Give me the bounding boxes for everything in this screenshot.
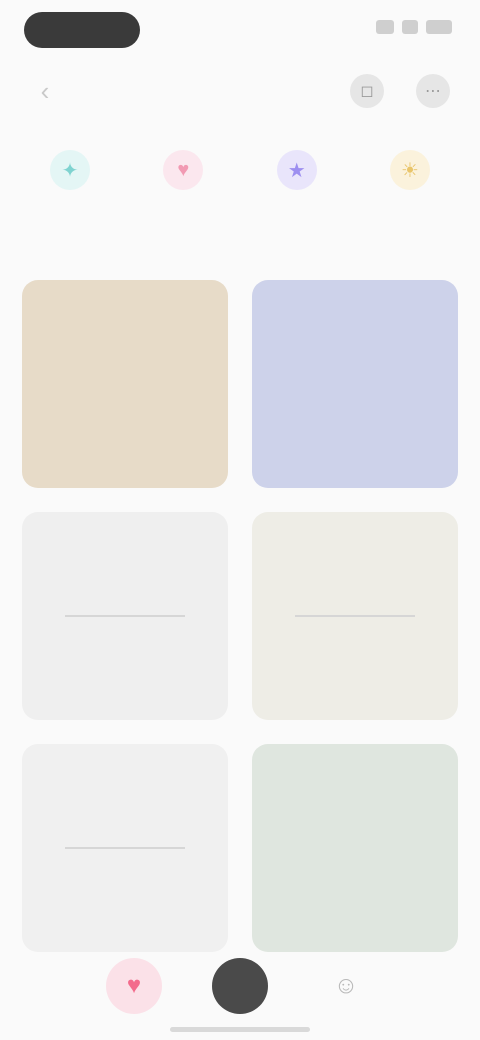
category-item[interactable]: ☀	[360, 150, 460, 240]
battery-icon	[426, 20, 452, 34]
template-card[interactable]	[22, 744, 228, 952]
heart-icon: ♥	[126, 972, 142, 999]
square-icon: ◻	[360, 83, 374, 100]
status-indicators	[376, 20, 452, 34]
toolbar-action-button[interactable]: ◻	[350, 74, 384, 108]
template-card[interactable]	[22, 512, 228, 720]
dynamic-island	[24, 12, 140, 48]
template-card[interactable]	[252, 280, 458, 488]
template-card[interactable]	[22, 280, 228, 488]
back-button[interactable]: ‹	[30, 76, 60, 106]
template-card[interactable]	[252, 512, 458, 720]
category-item[interactable]: ★	[247, 150, 347, 240]
sun-icon: ☀	[389, 150, 430, 190]
top-toolbar: ‹ ◻ ⋯	[0, 66, 480, 116]
heart-icon: ♥	[163, 150, 204, 190]
category-item[interactable]: ♥	[133, 150, 233, 240]
profile-button[interactable]: ☺	[318, 958, 374, 1014]
template-card[interactable]	[252, 744, 458, 952]
wifi-icon	[402, 20, 418, 34]
smiley-icon: ☺	[333, 972, 359, 999]
category-row: ✦ ♥ ★ ☀	[20, 150, 460, 240]
star-icon: ★	[276, 150, 317, 190]
more-options-button[interactable]: ⋯	[416, 74, 450, 108]
card-divider	[65, 847, 185, 849]
create-button[interactable]	[212, 958, 268, 1014]
status-bar	[0, 0, 480, 60]
chevron-left-icon: ‹	[40, 75, 50, 106]
signal-icon	[376, 20, 394, 34]
ellipsis-icon: ⋯	[425, 83, 441, 100]
category-item[interactable]: ✦	[20, 150, 120, 240]
app-screen: ‹ ◻ ⋯ ✦ ♥ ★ ☀ ♥ ☺	[0, 0, 480, 1040]
home-indicator	[170, 1027, 310, 1032]
bottom-bar: ♥ ☺	[0, 930, 480, 1040]
sparkle-icon: ✦	[50, 150, 90, 190]
card-divider	[65, 615, 185, 617]
favorites-button[interactable]: ♥	[106, 958, 162, 1014]
card-divider	[295, 615, 415, 617]
